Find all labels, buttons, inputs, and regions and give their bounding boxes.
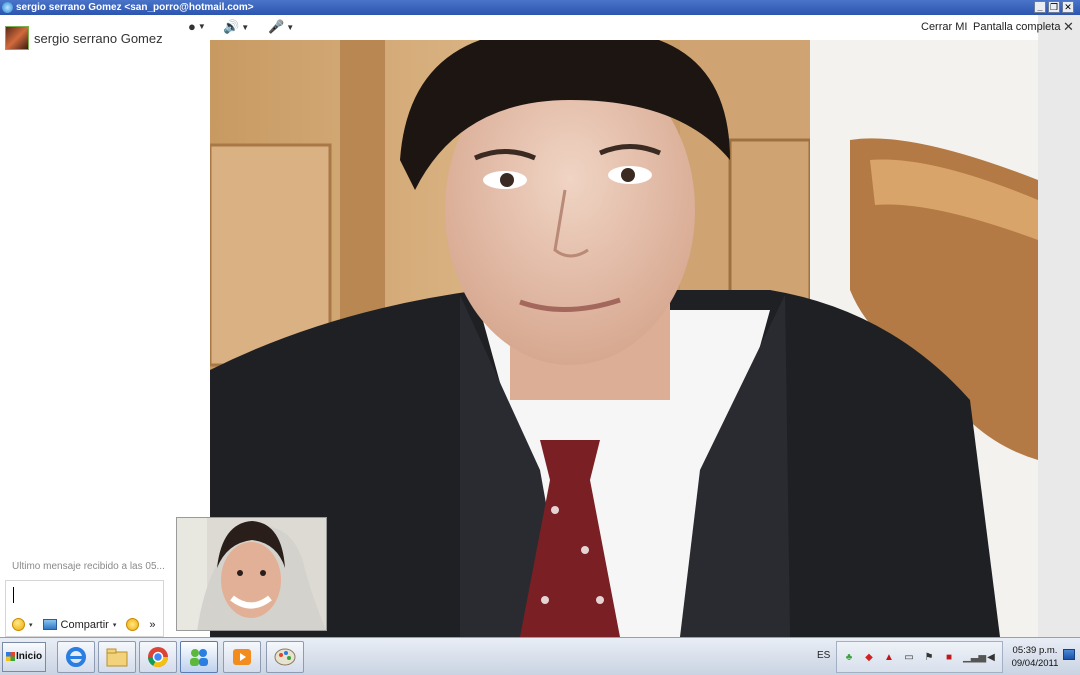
emoticon-dropdown-icon[interactable]: ▾ bbox=[29, 621, 33, 629]
antivirus-tray-icon[interactable]: ◆ bbox=[863, 652, 875, 664]
window-title: sergio serrano Gomez <san_porro@hotmail.… bbox=[16, 2, 254, 13]
contact-avatar[interactable] bbox=[5, 26, 29, 50]
text-caret bbox=[13, 587, 14, 603]
chrome-button[interactable] bbox=[139, 641, 177, 673]
close-icon[interactable]: ✕ bbox=[1063, 19, 1074, 35]
side-strip bbox=[1038, 15, 1080, 637]
nudge-icon[interactable] bbox=[126, 618, 140, 631]
system-tray: ♣ ◆ ▲ ▭ ⚑ ■ ▁▃▅ ◀ bbox=[836, 641, 1003, 673]
media-player-button[interactable] bbox=[223, 641, 261, 673]
webcam-icon: ● bbox=[188, 19, 196, 34]
taskbar: Inicio ES ♣ ◆ ▲ ▭ ⚑ ■ ▁▃▅ ◀ 05:39 p.m. 0… bbox=[0, 637, 1080, 675]
webcam-menu[interactable]: ● ▼ bbox=[188, 19, 206, 34]
speaker-icon: 🔊 bbox=[223, 19, 240, 34]
input-toolbar: ▾ Compartir ▾ » bbox=[12, 618, 155, 631]
update-tray-icon[interactable]: ▲ bbox=[883, 652, 895, 664]
messenger-app-icon bbox=[2, 2, 13, 13]
system-clock[interactable]: 05:39 p.m. 09/04/2011 bbox=[1007, 644, 1063, 670]
messenger-button[interactable] bbox=[180, 641, 218, 673]
microphone-icon: 🎤 bbox=[268, 19, 285, 34]
start-label: Inicio bbox=[16, 651, 43, 662]
messenger-tray-icon[interactable]: ♣ bbox=[843, 652, 855, 664]
action-center-flag-icon[interactable]: ⚑ bbox=[923, 652, 935, 664]
file-explorer-icon bbox=[106, 648, 128, 667]
network-signal-icon[interactable]: ▁▃▅ bbox=[963, 652, 986, 664]
close-window-button[interactable]: ✕ bbox=[1062, 1, 1074, 13]
security-tray-icon[interactable]: ■ bbox=[943, 652, 955, 664]
window-controls: _ ❐ ✕ bbox=[1034, 1, 1074, 13]
internet-explorer-icon bbox=[66, 647, 86, 667]
webcam-dropdown-icon: ▼ bbox=[197, 22, 206, 31]
fullscreen-button[interactable]: Pantalla completa bbox=[973, 21, 1060, 33]
restore-button[interactable]: ❐ bbox=[1048, 1, 1060, 13]
speaker-menu[interactable]: 🔊 ▼ bbox=[223, 19, 249, 35]
contact-name: sergio serrano Gomez bbox=[34, 30, 163, 46]
paint-button[interactable] bbox=[266, 641, 304, 673]
media-player-icon bbox=[233, 649, 251, 665]
microphone-dropdown-icon: ▼ bbox=[286, 22, 295, 32]
emoticon-icon[interactable] bbox=[12, 618, 25, 631]
share-dropdown-icon[interactable]: ▾ bbox=[113, 621, 117, 629]
start-button[interactable]: Inicio bbox=[2, 642, 46, 672]
self-video-preview[interactable] bbox=[176, 517, 327, 631]
clock-date: 09/04/2011 bbox=[1011, 658, 1059, 669]
share-button[interactable]: Compartir bbox=[61, 619, 109, 631]
message-input[interactable]: ▾ Compartir ▾ » bbox=[5, 580, 164, 637]
show-desktop-button[interactable] bbox=[1063, 649, 1075, 660]
self-video-frame bbox=[177, 518, 326, 630]
internet-explorer-button[interactable] bbox=[57, 641, 95, 673]
chrome-icon bbox=[148, 647, 168, 667]
minimize-button[interactable]: _ bbox=[1034, 1, 1046, 13]
paint-icon bbox=[274, 648, 296, 666]
last-message-status: Último mensaje recibido a las 05... bbox=[12, 561, 165, 572]
close-mi-button[interactable]: Cerrar MI bbox=[921, 21, 967, 33]
messenger-icon bbox=[190, 649, 208, 666]
window-titlebar[interactable]: sergio serrano Gomez <san_porro@hotmail.… bbox=[0, 0, 1080, 15]
language-indicator[interactable]: ES bbox=[817, 650, 830, 661]
remote-video-frame bbox=[210, 40, 1038, 637]
microphone-menu[interactable]: 🎤 ▼ bbox=[268, 19, 294, 35]
file-explorer-button[interactable] bbox=[98, 641, 136, 673]
more-options-button[interactable]: » bbox=[149, 619, 155, 631]
speaker-dropdown-icon: ▼ bbox=[241, 22, 250, 32]
contact-header[interactable]: sergio serrano Gomez bbox=[5, 26, 163, 50]
volume-icon[interactable]: ◀ bbox=[985, 652, 997, 664]
windows-logo-icon bbox=[6, 652, 15, 661]
clock-time: 05:39 p.m. bbox=[1012, 645, 1058, 656]
remote-video[interactable] bbox=[210, 40, 1038, 637]
display-tray-icon[interactable]: ▭ bbox=[903, 652, 915, 664]
video-toolbar: ● ▼ 🔊 ▼ 🎤 ▼ Cerrar MI Pantalla completa ✕ bbox=[180, 15, 1080, 41]
share-icon[interactable] bbox=[42, 619, 57, 630]
